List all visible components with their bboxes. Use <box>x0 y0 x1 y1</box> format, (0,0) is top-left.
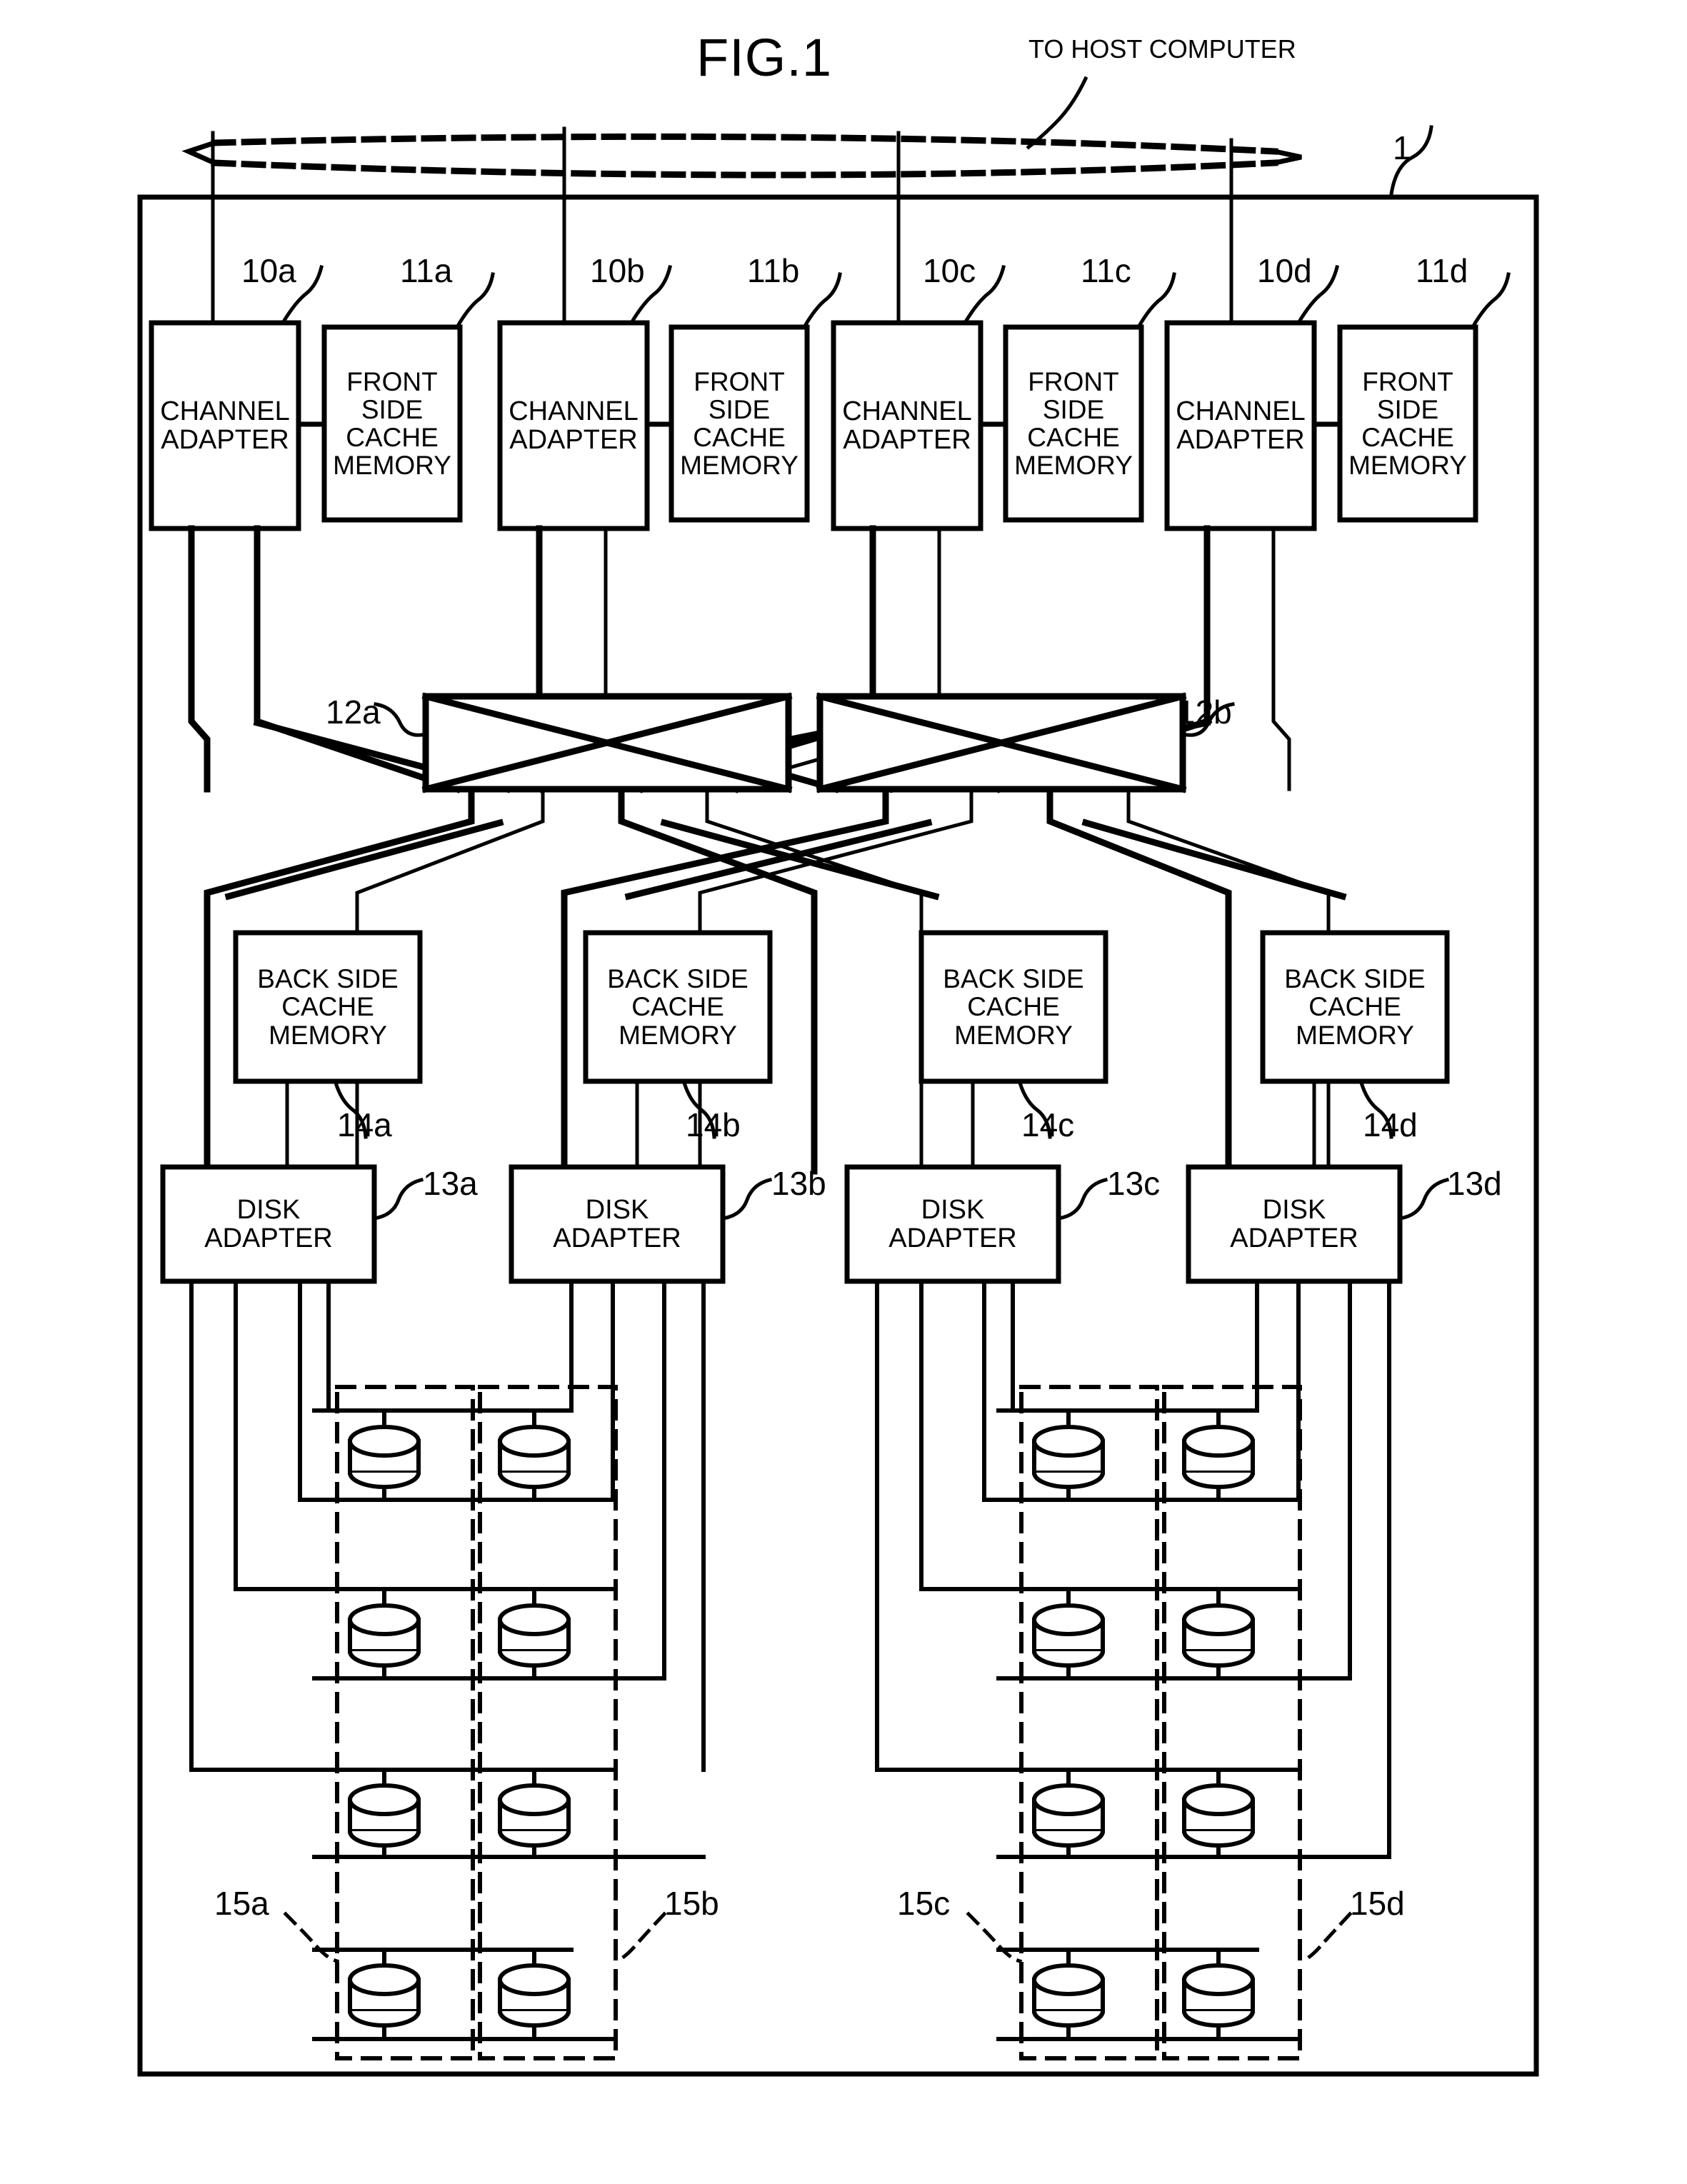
ref-12a: 12a <box>326 693 381 731</box>
ref-leaders-bscm <box>333 1080 1393 1139</box>
disk-15a-1 <box>347 1425 421 1489</box>
ref-11d: 11d <box>1416 252 1468 289</box>
right-disk-stems <box>1066 1408 1221 2041</box>
back-side-cache-box-14b <box>583 930 773 1084</box>
front-side-cache-box-11a <box>321 324 463 523</box>
back-side-cache-box-14d <box>1260 930 1450 1084</box>
ref-14d: 14d <box>1363 1106 1418 1143</box>
ref-15b: 15b <box>664 1885 719 1922</box>
disk-15b-2 <box>497 1603 571 1668</box>
bscm-da-connectors <box>285 1079 1316 1169</box>
back-side-cache-box-14c <box>918 930 1108 1084</box>
disk-adapter-box-13a <box>160 1164 377 1284</box>
back-side-cache-box-14a <box>233 930 423 1084</box>
ref-15d: 15d <box>1350 1885 1405 1922</box>
disk-adapter-box-13c <box>844 1164 1061 1284</box>
ref-11a: 11a <box>400 252 453 289</box>
disk-15c-1 <box>1031 1425 1106 1489</box>
left-disk-bus-wiring <box>189 1279 666 2041</box>
disk-15b-3 <box>497 1783 571 1848</box>
host-bus-dashed-lines <box>211 133 1278 179</box>
disk-adapter-box-13b <box>509 1164 726 1284</box>
disk-group-ref-leaders <box>283 1911 1353 1964</box>
diagram-svg <box>137 76 1539 2077</box>
disk-group-dashed-15c <box>1019 1385 1159 2060</box>
left-disk-bus-rails <box>312 1408 706 2041</box>
disk-15a-2 <box>347 1603 421 1668</box>
disk-15d-3 <box>1181 1783 1256 1848</box>
ref-15c: 15c <box>897 1885 951 1922</box>
front-side-cache-box-11d <box>1337 324 1478 523</box>
ref-14b: 14b <box>686 1106 741 1143</box>
ref-13c: 13c <box>1107 1165 1161 1202</box>
ref-leaders-row1 <box>280 264 1511 330</box>
channel-adapter-box-10a <box>149 320 301 531</box>
ref-13d: 13d <box>1447 1165 1502 1202</box>
ref-11b: 11b <box>747 252 800 289</box>
left-disk-stems <box>382 1408 536 2041</box>
disk-15a-3 <box>347 1783 421 1848</box>
ref-14a: 14a <box>337 1106 392 1143</box>
disk-15d-2 <box>1181 1603 1256 1668</box>
disk-15c-4 <box>1031 1963 1106 2028</box>
ref-10b: 10b <box>590 252 645 289</box>
ref-10d: 10d <box>1257 252 1312 289</box>
ref-13a: 13a <box>423 1165 478 1202</box>
ref-14c: 14c <box>1021 1106 1075 1143</box>
disk-15c-2 <box>1031 1603 1106 1668</box>
ref-13b: 13b <box>771 1165 826 1202</box>
ref-10a: 10a <box>241 252 296 289</box>
switch-12a <box>421 692 793 793</box>
right-disk-bus-rails <box>996 1408 1391 2041</box>
ref-15a: 15a <box>214 1885 269 1922</box>
disk-15c-3 <box>1031 1783 1106 1848</box>
ref-12b: 12b <box>1177 693 1232 731</box>
disk-adapter-box-13d <box>1186 1164 1403 1284</box>
front-side-cache-box-11b <box>669 324 810 523</box>
disk-15d-4 <box>1181 1963 1256 2028</box>
disk-15a-4 <box>347 1963 421 2028</box>
channel-adapter-box-10c <box>831 320 983 531</box>
disk-group-dashed-15a <box>335 1385 475 2060</box>
host-label-leader <box>1026 76 1088 150</box>
disk-15b-4 <box>497 1963 571 2028</box>
disk-cylinders <box>347 1425 1256 2028</box>
switch-12b <box>816 692 1187 793</box>
system-ref-leader <box>1389 125 1433 196</box>
disk-15d-1 <box>1181 1425 1256 1489</box>
host-drop-lines <box>211 126 1233 324</box>
switch-12a-ref-leader <box>374 702 428 737</box>
disk-15b-1 <box>497 1425 571 1489</box>
ref-11c: 11c <box>1081 252 1131 289</box>
channel-adapter-box-10d <box>1164 320 1317 531</box>
ref-10c: 10c <box>923 252 976 289</box>
figure-canvas: FIG.1 TO HOST COMPUTER 1 CHANNEL ADAPTER… <box>0 0 1687 2184</box>
front-side-cache-box-11c <box>1003 324 1144 523</box>
channel-adapter-box-10b <box>497 320 650 531</box>
